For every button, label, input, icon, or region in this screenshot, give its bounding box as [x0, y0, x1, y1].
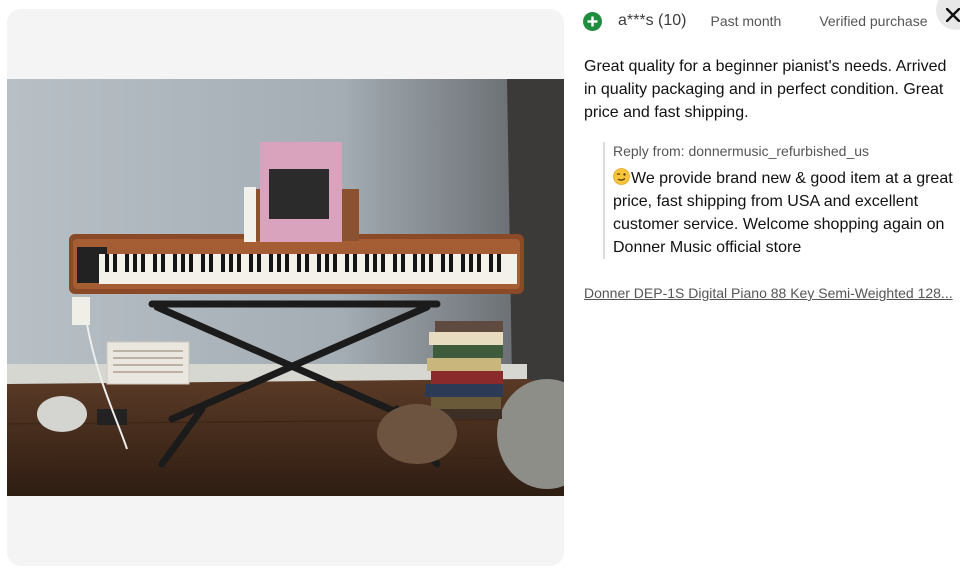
review-photo[interactable]: [7, 79, 564, 496]
review-date: Past month: [710, 13, 782, 29]
reply-text: We provide brand new & good item at a gr…: [613, 170, 953, 256]
reviewer-name: a***s (10): [618, 12, 687, 29]
winking-face-emoji-icon: [613, 168, 630, 185]
review-header: a***s (10) Past month Verified purchase: [583, 8, 960, 34]
reply-text-block: We provide brand new & good item at a gr…: [613, 167, 960, 259]
seller-reply: Reply from: donnermusic_refurbished_us W…: [603, 142, 960, 259]
review-image-panel: [7, 9, 564, 566]
verified-purchase-label: Verified purchase: [819, 13, 928, 29]
review-body: Great quality for a beginner pianist's n…: [584, 58, 947, 121]
product-link[interactable]: Donner DEP-1S Digital Piano 88 Key Semi-…: [584, 285, 954, 301]
plus-circle-icon[interactable]: [583, 11, 602, 31]
close-icon: [946, 8, 960, 22]
reply-label: Reply from: donnermusic_refurbished_us: [613, 143, 870, 159]
